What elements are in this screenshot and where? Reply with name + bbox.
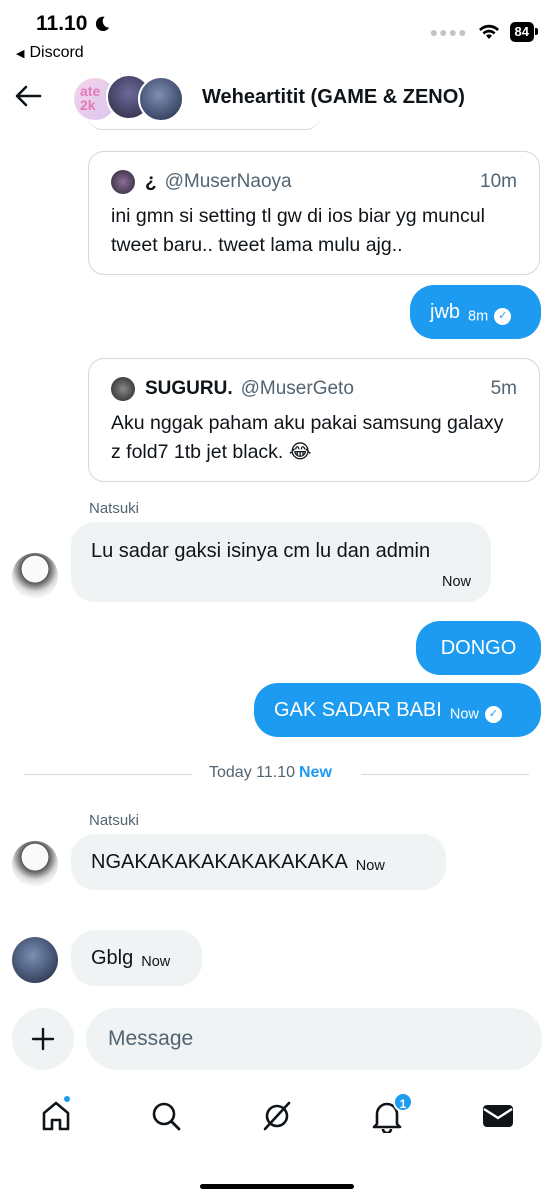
back-button[interactable] — [14, 84, 44, 110]
wifi-icon — [478, 24, 499, 39]
message-time: Now — [355, 858, 385, 874]
signal-dots-icon: ●●●● — [429, 24, 468, 40]
envelope-icon — [483, 1105, 513, 1127]
grok-icon — [263, 1101, 291, 1131]
quoted-tweet-header: ¿ @MuserNaoya 10m — [111, 170, 517, 194]
divider-line-left — [24, 774, 192, 775]
battery-indicator: 84 — [509, 22, 539, 42]
back-triangle-icon: ◀ — [16, 47, 25, 60]
read-check-icon: ✓ — [494, 307, 512, 325]
quoted-tweet-time: 10m — [480, 171, 517, 192]
read-check-icon: ✓ — [484, 705, 502, 723]
quoted-tweet-card[interactable]: ¿ @MuserNaoya 10m ini gmn si setting tl … — [88, 151, 540, 275]
quoted-author-handle: @MuserNaoya — [164, 171, 292, 192]
back-to-app[interactable]: ◀ Discord — [16, 44, 84, 62]
sender-name: Natsuki — [89, 812, 140, 829]
sender-name: Natsuki — [89, 500, 140, 517]
message-time: 8m ✓ — [468, 307, 512, 325]
message-text: DONGO — [440, 636, 517, 659]
home-indicator — [200, 1184, 354, 1189]
plus-icon — [31, 1027, 55, 1051]
divider-line-right — [361, 774, 529, 775]
sent-message[interactable]: DONGO — [416, 621, 541, 675]
conversation-title[interactable]: Weheartitit (GAME & ZENO) — [202, 86, 465, 109]
message-time: Now — [441, 574, 471, 590]
home-notification-dot — [62, 1094, 72, 1104]
tab-notifications[interactable]: 1 — [367, 1092, 413, 1136]
search-icon — [152, 1102, 181, 1131]
received-message[interactable]: NGAKAKAKAKAKAKAKAKA Now — [71, 834, 446, 890]
received-message[interactable]: Gblg Now — [71, 930, 202, 986]
message-text: Gblg — [91, 946, 134, 969]
arrow-left-icon — [15, 85, 42, 107]
quoted-author-avatar — [111, 170, 135, 194]
quoted-tweet-card[interactable]: SUGURU. @MuserGeto 5m Aku nggak paham ak… — [88, 358, 540, 482]
user-avatar[interactable] — [12, 937, 58, 983]
quoted-tweet-text: Aku nggak paham aku pakai samsung galaxy… — [111, 412, 504, 463]
received-message[interactable]: Lu sadar gaksi isinya cm lu dan admin No… — [71, 522, 491, 602]
message-input[interactable] — [86, 1008, 542, 1070]
message-text: Lu sadar gaksi isinya cm lu dan admin — [91, 540, 431, 562]
message-text: NGAKAKAKAKAKAKAKAKA — [91, 850, 348, 873]
notification-badge: 1 — [393, 1092, 413, 1112]
tab-messages[interactable] — [478, 1096, 518, 1136]
add-attachment-button[interactable] — [12, 1008, 74, 1070]
quoted-author-name: SUGURU. — [145, 378, 233, 399]
quoted-author-name: ¿ — [145, 171, 157, 192]
date-divider: Today 11.10 New — [209, 764, 332, 781]
moon-icon — [96, 16, 110, 32]
tab-search[interactable] — [146, 1096, 186, 1136]
tab-grok[interactable] — [257, 1096, 297, 1136]
quoted-author-handle: @MuserGeto — [240, 378, 354, 399]
quoted-tweet-text: ini gmn si setting tl gw di ios biar yg … — [111, 205, 485, 256]
sent-message[interactable]: jwb 8m ✓ — [410, 285, 541, 339]
message-text: jwb — [430, 300, 461, 323]
user-avatar[interactable] — [12, 841, 58, 887]
status-indicators: ●●●● 84 — [429, 22, 539, 42]
sent-message[interactable]: GAK SADAR BABI Now ✓ — [254, 683, 541, 737]
tab-home[interactable] — [36, 1094, 76, 1136]
status-time: 11.10 — [36, 12, 111, 36]
new-label: New — [299, 764, 332, 781]
message-text: GAK SADAR BABI — [274, 698, 442, 721]
quoted-tweet-time: 5m — [490, 378, 517, 399]
message-time: Now — [141, 954, 171, 970]
home-icon — [42, 1101, 70, 1131]
quoted-author-avatar — [111, 377, 135, 401]
user-avatar[interactable] — [12, 553, 58, 599]
quoted-tweet-header: SUGURU. @MuserGeto 5m — [111, 377, 517, 401]
message-time: Now ✓ — [450, 705, 502, 723]
previous-card-edge — [88, 112, 320, 130]
